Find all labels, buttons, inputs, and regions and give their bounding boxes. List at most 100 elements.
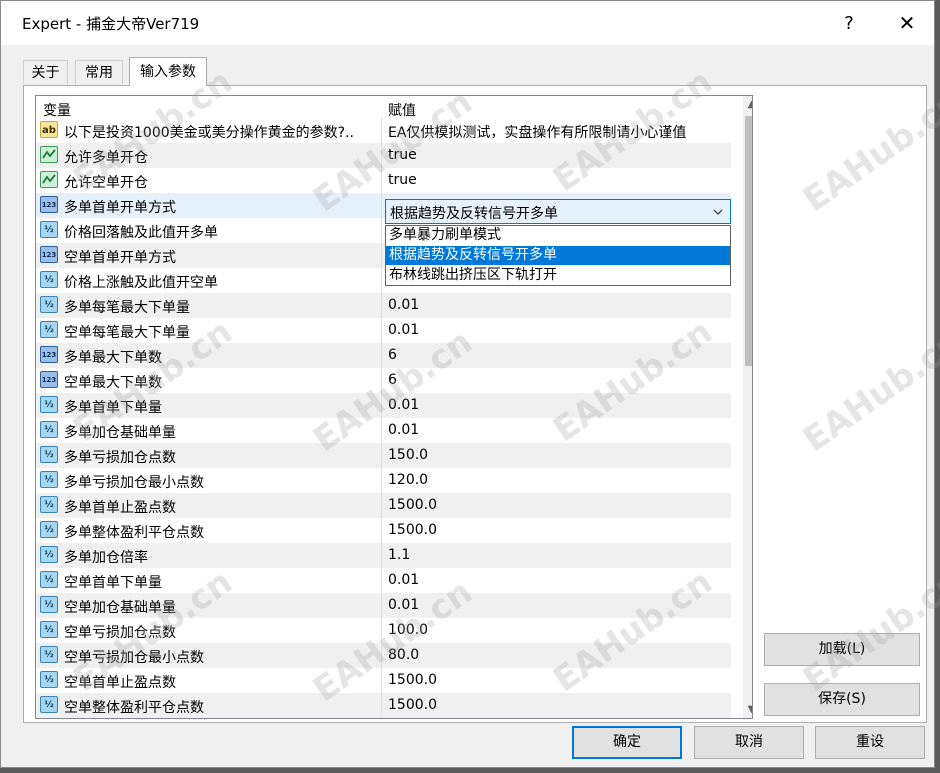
table-row[interactable]: ½ 空单亏损加仓点数 100.0: [36, 618, 731, 643]
table-row[interactable]: ½ 空单整体盈利平仓点数 1500.0: [36, 693, 731, 718]
variable-cell[interactable]: ½ 多单首单止盈点数: [36, 493, 382, 518]
scroll-down-arrow-icon[interactable]: ▼: [743, 701, 752, 718]
table-row[interactable]: ½ 空单亏损加仓最小点数 80.0: [36, 643, 731, 668]
table-row[interactable]: 123 空单最大下单数 6: [36, 368, 731, 393]
int-type-icon: 123: [40, 196, 58, 213]
variable-value: 0.01: [388, 297, 420, 313]
tab-inputs[interactable]: 输入参数: [129, 57, 207, 86]
value-cell[interactable]: true: [383, 168, 731, 193]
value-cell[interactable]: 80.0: [383, 643, 731, 668]
chevron-down-icon[interactable]: [712, 202, 724, 225]
variable-cell[interactable]: ½ 多单首单下单量: [36, 393, 382, 418]
value-cell[interactable]: 0.01: [383, 568, 731, 593]
variable-cell[interactable]: ½ 空单每笔最大下单量: [36, 318, 382, 343]
variable-cell[interactable]: ½ 空单加仓基础单量: [36, 593, 382, 618]
value-cell[interactable]: 1500.0: [383, 693, 731, 718]
variable-cell[interactable]: 允许多单开仓: [36, 143, 382, 168]
variable-cell[interactable]: ½ 价格回落触及此值开多单: [36, 218, 382, 243]
variable-cell[interactable]: 123 空单首单开单方式: [36, 243, 382, 268]
variable-cell[interactable]: ½ 价格上涨触及此值开空单: [36, 268, 382, 293]
table-row[interactable]: ½ 空单首单下单量 0.01: [36, 568, 731, 593]
variable-cell[interactable]: ½ 空单首单止盈点数: [36, 668, 382, 693]
close-button[interactable]: ✕: [884, 7, 930, 39]
cancel-button[interactable]: 取消: [694, 726, 804, 759]
variable-cell[interactable]: ½ 多单加仓基础单量: [36, 418, 382, 443]
table-row[interactable]: ½ 多单首单下单量 0.01: [36, 393, 731, 418]
variable-cell[interactable]: ½ 多单亏损加仓点数: [36, 443, 382, 468]
scroll-up-arrow-icon[interactable]: ▲: [743, 96, 752, 113]
variable-value: 120.0: [388, 472, 429, 488]
value-cell[interactable]: 0.01: [383, 293, 731, 318]
variable-cell[interactable]: ½ 空单亏损加仓点数: [36, 618, 382, 643]
table-row[interactable]: ½ 空单每笔最大下单量 0.01: [36, 318, 731, 343]
scroll-thumb[interactable]: [745, 116, 752, 366]
value-cell[interactable]: 0.01: [383, 393, 731, 418]
variable-name: 允许空单开仓: [64, 175, 148, 191]
variable-cell[interactable]: ½ 多单每笔最大下单量: [36, 293, 382, 318]
variable-value: 0.01: [388, 597, 420, 613]
value-cell[interactable]: 100.0: [383, 618, 731, 643]
table-row[interactable]: ½ 多单亏损加仓最小点数 120.0: [36, 468, 731, 493]
variable-cell[interactable]: ½ 空单整体盈利平仓点数: [36, 693, 382, 718]
table-row[interactable]: ½ 空单首单止盈点数 1500.0: [36, 668, 731, 693]
load-button[interactable]: 加载(L): [764, 633, 920, 666]
variable-cell[interactable]: 123 多单首单开单方式: [36, 193, 382, 218]
tab-about[interactable]: 关于: [23, 60, 68, 84]
table-row[interactable]: ½ 多单首单止盈点数 1500.0: [36, 493, 731, 518]
variable-cell[interactable]: ab 以下是投资1000美金或美分操作黄金的参数?..: [36, 118, 382, 143]
header-value: 赋值: [388, 103, 416, 119]
value-cell[interactable]: 0.01: [383, 418, 731, 443]
dropdown-option-selected[interactable]: 根据趋势及反转信号开多单: [386, 246, 730, 265]
double-type-icon: ½: [40, 446, 58, 463]
value-cell[interactable]: 120.0: [383, 468, 731, 493]
variable-cell[interactable]: ½ 多单整体盈利平仓点数: [36, 518, 382, 543]
variable-cell[interactable]: ½ 多单加仓倍率: [36, 543, 382, 568]
value-cell[interactable]: 1500.0: [383, 518, 731, 543]
value-cell[interactable]: 6: [383, 343, 731, 368]
variable-value: 1500.0: [388, 697, 437, 713]
dropdown-option[interactable]: 布林线跳出挤压区下轨打开: [386, 266, 730, 285]
table-row[interactable]: 允许空单开仓 true: [36, 168, 731, 193]
table-row[interactable]: ab 以下是投资1000美金或美分操作黄金的参数?.. EA仅供模拟测试，实盘操作有…: [36, 118, 731, 143]
ok-button[interactable]: 确定: [572, 726, 682, 759]
reset-button[interactable]: 重设: [815, 726, 925, 759]
table-row[interactable]: ½ 多单加仓基础单量 0.01: [36, 418, 731, 443]
tab-common[interactable]: 常用: [75, 60, 123, 84]
vertical-scrollbar[interactable]: ▲ ▼: [743, 96, 752, 718]
table-row[interactable]: 123 多单最大下单数 6: [36, 343, 731, 368]
double-type-icon: ½: [40, 546, 58, 563]
value-cell[interactable]: 0.01: [383, 318, 731, 343]
table-row[interactable]: ½ 多单亏损加仓点数 150.0: [36, 443, 731, 468]
parameter-grid[interactable]: 变量 赋值 ab 以下是投资1000美金或美分操作黄金的参数?.. EA仅供模拟测试…: [35, 95, 753, 719]
value-cell[interactable]: 1.1: [383, 543, 731, 568]
variable-name: 空单首单下单量: [64, 575, 162, 591]
value-cell[interactable]: EA仅供模拟测试，实盘操作有所限制请小心谨值: [383, 118, 731, 143]
double-type-icon: ½: [40, 421, 58, 438]
variable-name: 多单最大下单数: [64, 350, 162, 366]
help-button[interactable]: ?: [826, 7, 872, 39]
variable-cell[interactable]: 123 多单最大下单数: [36, 343, 382, 368]
variable-value: 100.0: [388, 622, 429, 638]
table-row[interactable]: 允许多单开仓 true: [36, 143, 731, 168]
table-row[interactable]: ½ 多单整体盈利平仓点数 1500.0: [36, 518, 731, 543]
variable-cell[interactable]: ½ 多单亏损加仓最小点数: [36, 468, 382, 493]
table-row[interactable]: ½ 空单加仓基础单量 0.01: [36, 593, 731, 618]
variable-cell[interactable]: ½ 空单首单下单量: [36, 568, 382, 593]
value-cell[interactable]: 1500.0: [383, 493, 731, 518]
header-variable: 变量: [43, 103, 71, 119]
variable-cell[interactable]: ½ 空单亏损加仓最小点数: [36, 643, 382, 668]
variable-cell[interactable]: 123 空单最大下单数: [36, 368, 382, 393]
open-mode-combobox[interactable]: 根据趋势及反转信号开多单: [385, 199, 731, 224]
value-cell[interactable]: 150.0: [383, 443, 731, 468]
value-cell[interactable]: true: [383, 143, 731, 168]
table-row[interactable]: ½ 多单每笔最大下单量 0.01: [36, 293, 731, 318]
save-button[interactable]: 保存(S): [764, 683, 920, 716]
value-cell[interactable]: 0.01: [383, 593, 731, 618]
title-bar: Expert - 捕金大帝Ver719 ? ✕: [1, 1, 934, 45]
value-cell[interactable]: 1500.0: [383, 668, 731, 693]
grid-header: 变量 赋值: [36, 96, 752, 119]
dropdown-option[interactable]: 多单暴力刷单模式: [386, 226, 730, 245]
value-cell[interactable]: 6: [383, 368, 731, 393]
variable-cell[interactable]: 允许空单开仓: [36, 168, 382, 193]
table-row[interactable]: ½ 多单加仓倍率 1.1: [36, 543, 731, 568]
